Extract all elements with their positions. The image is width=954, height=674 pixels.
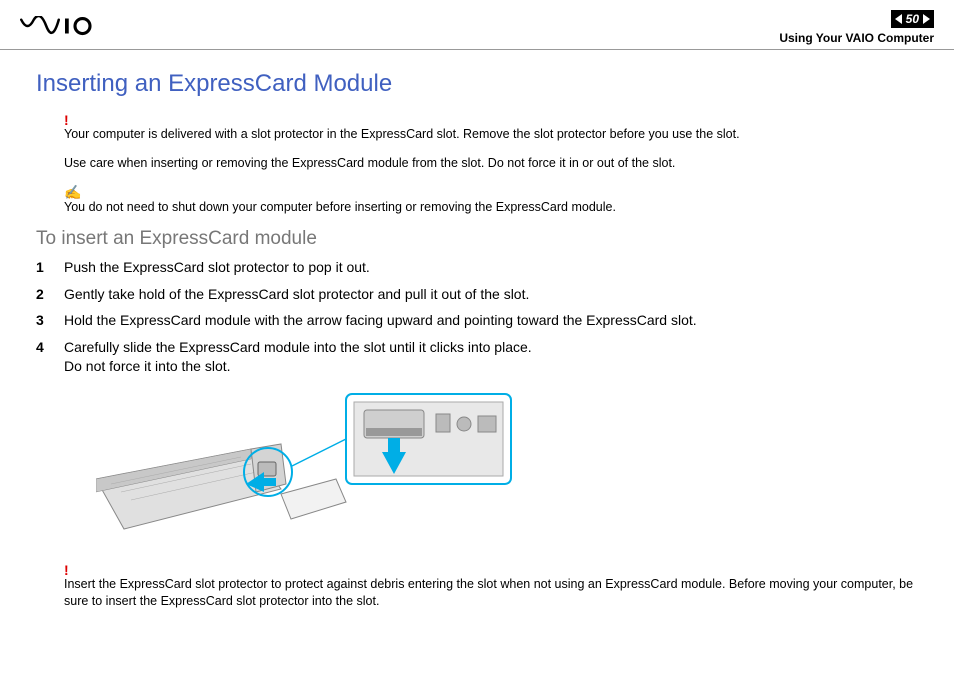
page-title: Inserting an ExpressCard Module: [36, 70, 918, 98]
page-number: 50: [906, 12, 919, 26]
warning-text-1: Your computer is delivered with a slot p…: [64, 126, 918, 143]
prev-page-icon[interactable]: [895, 14, 902, 24]
step-1: Push the ExpressCard slot protector to p…: [36, 258, 918, 277]
steps-list: Push the ExpressCard slot protector to p…: [36, 258, 918, 376]
note-text: You do not need to shut down your comput…: [64, 199, 918, 216]
step-4: Carefully slide the ExpressCard module i…: [36, 338, 918, 376]
step-2: Gently take hold of the ExpressCard slot…: [36, 285, 918, 304]
subheading: To insert an ExpressCard module: [36, 228, 918, 250]
next-page-icon[interactable]: [923, 14, 930, 24]
vaio-logo: [20, 16, 120, 36]
step-3: Hold the ExpressCard module with the arr…: [36, 311, 918, 330]
page-nav: 50: [891, 10, 934, 28]
page-content: Inserting an ExpressCard Module ! Your c…: [0, 50, 954, 610]
warning-text-2: Use care when inserting or removing the …: [64, 155, 918, 172]
step-text: Push the ExpressCard slot protector to p…: [64, 258, 918, 277]
breadcrumb: Using Your VAIO Computer: [779, 31, 934, 45]
step-text: Carefully slide the ExpressCard module i…: [64, 338, 918, 376]
step-text: Hold the ExpressCard module with the arr…: [64, 311, 918, 330]
footer-warning-text: Insert the ExpressCard slot protector to…: [64, 576, 918, 610]
page-header: 50 Using Your VAIO Computer: [0, 0, 954, 50]
expresscard-diagram: [96, 384, 516, 554]
step-text: Gently take hold of the ExpressCard slot…: [64, 285, 918, 304]
